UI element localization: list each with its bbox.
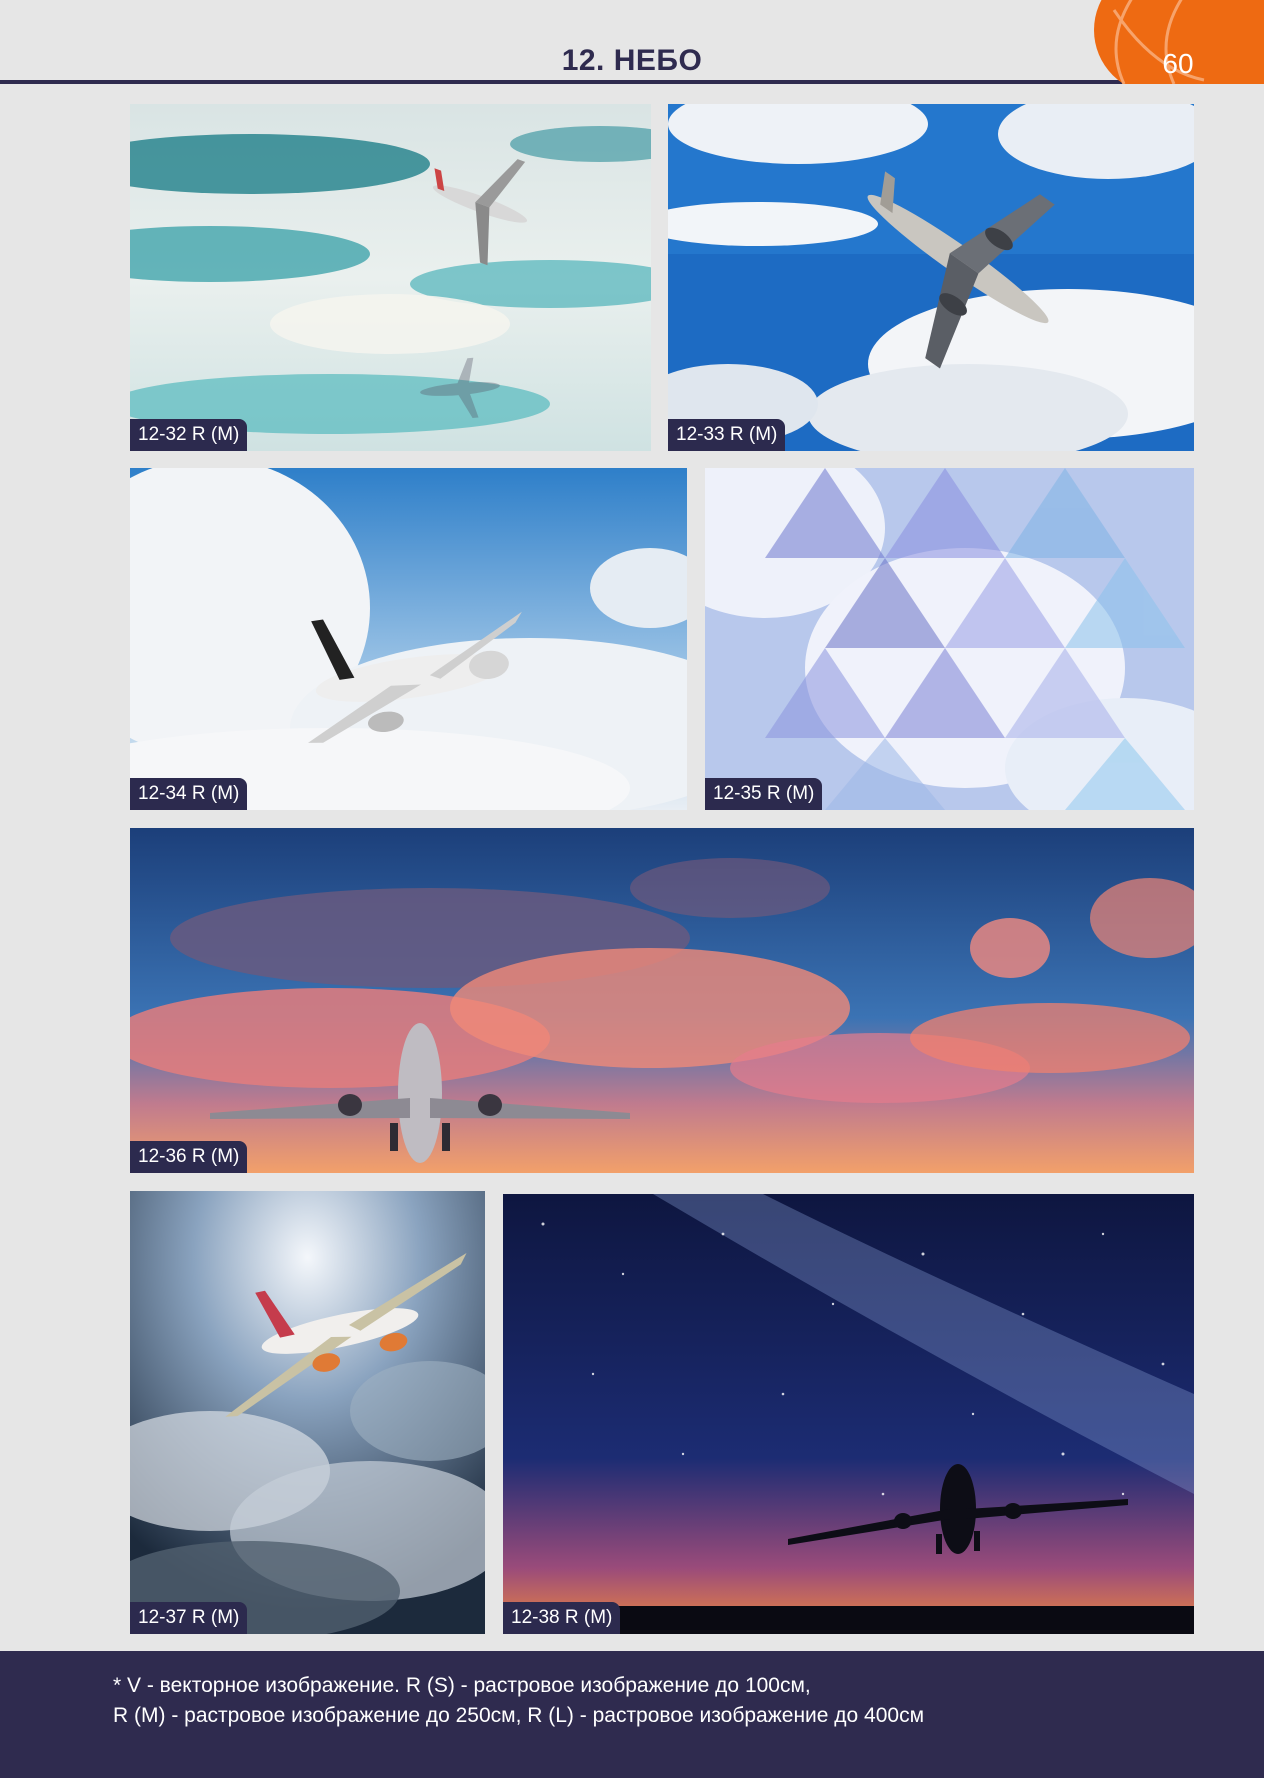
legend-line-1: * V - векторное изображение. R (S) - рас… — [113, 1674, 811, 1697]
sky-photo — [130, 468, 687, 810]
stormy-sky-photo — [130, 1191, 485, 1634]
sky-photo — [668, 104, 1194, 451]
legend-line-2: R (M) - растровое изображение до 250см, … — [113, 1704, 925, 1727]
image-code-label: 12-36 R (M) — [130, 1141, 248, 1173]
geometric-sky-photo — [705, 468, 1194, 810]
page-number: 60 — [1162, 48, 1194, 79]
image-tile-12-34[interactable]: 12-34 R (M) — [130, 468, 687, 810]
footer-legend: * V - векторное изображение. R (S) - рас… — [0, 1651, 1264, 1778]
image-code-label: 12-37 R (M) — [130, 1602, 248, 1634]
header-divider — [0, 80, 1264, 84]
image-code-label: 12-38 R (M) — [503, 1602, 621, 1634]
image-tile-12-35[interactable]: 12-35 R (M) — [705, 468, 1194, 810]
page-title: 12. НЕБО — [561, 44, 703, 77]
image-tile-12-33[interactable]: 12-33 R (M) — [668, 104, 1194, 451]
sunset-sky-photo — [130, 828, 1194, 1173]
image-tile-12-36[interactable]: 12-36 R (M) — [130, 828, 1194, 1173]
image-tile-12-32[interactable]: 12-32 R (M) — [130, 104, 651, 451]
night-sky-photo — [503, 1194, 1194, 1634]
image-code-label: 12-32 R (M) — [130, 419, 248, 451]
image-tile-12-37[interactable]: 12-37 R (M) — [130, 1191, 485, 1634]
image-code-label: 12-33 R (M) — [668, 419, 786, 451]
image-code-label: 12-35 R (M) — [705, 778, 823, 810]
image-tile-12-38[interactable]: 12-38 R (M) — [503, 1194, 1194, 1634]
sky-photo — [130, 104, 651, 451]
image-code-label: 12-34 R (M) — [130, 778, 248, 810]
